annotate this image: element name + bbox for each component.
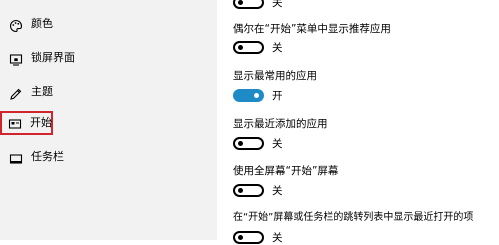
recently-added-toggle[interactable] <box>233 137 264 150</box>
setting-most-used-label: 显示最常用的应用 <box>233 70 317 82</box>
start-icon <box>8 116 22 130</box>
toggle-state-label: 开 <box>272 90 283 102</box>
sidebar: 颜色 锁屏界面 主题 开始 任务栏 <box>0 0 217 240</box>
show-suggestions-toggle[interactable] <box>233 41 264 54</box>
sidebar-item-theme[interactable]: 主题 <box>0 79 217 107</box>
setting-show-suggestions-label: 偶尔在“开始”菜单中显示推荐应用 <box>233 23 391 35</box>
lock-screen-icon <box>9 52 23 66</box>
toggle-switch[interactable] <box>233 0 264 9</box>
toggle-state-label: 关 <box>272 42 283 54</box>
palette-icon <box>9 18 23 33</box>
toggle-state-label: 关 <box>272 185 283 197</box>
fullscreen-start-toggle[interactable] <box>233 184 264 197</box>
setting-recent-items-label: 在“开始”屏幕或任务栏的跳转列表中显示最近打开的项 <box>233 212 474 223</box>
recent-items-toggle[interactable] <box>233 231 264 244</box>
most-used-toggle[interactable] <box>233 89 264 102</box>
setting-recently-added-label: 显示最近添加的应用 <box>233 118 328 130</box>
settings-panel: 关 偶尔在“开始”菜单中显示推荐应用 关 显示最常用的应用 开 显示最近添加的应… <box>217 0 499 244</box>
sidebar-item-start[interactable]: 开始 <box>0 111 53 135</box>
toggle-state-label: 关 <box>272 232 283 244</box>
sidebar-item-lock-screen[interactable]: 锁屏界面 <box>0 45 217 73</box>
sidebar-item-label: 任务栏 <box>31 150 64 163</box>
sidebar-item-label: 开始 <box>30 116 52 129</box>
sidebar-item-label: 颜色 <box>31 17 53 30</box>
sidebar-item-label: 锁屏界面 <box>31 51 75 64</box>
toggle-state-label: 关 <box>272 0 283 9</box>
setting-fullscreen-start-label: 使用全屏幕“开始”屏幕 <box>233 165 339 177</box>
toggle-state-label: 关 <box>272 138 283 150</box>
sidebar-item-label: 主题 <box>31 85 53 98</box>
sidebar-item-taskbar[interactable]: 任务栏 <box>0 144 217 172</box>
theme-icon <box>9 86 23 100</box>
taskbar-icon <box>9 151 23 165</box>
sidebar-item-colors[interactable]: 颜色 <box>0 11 217 39</box>
